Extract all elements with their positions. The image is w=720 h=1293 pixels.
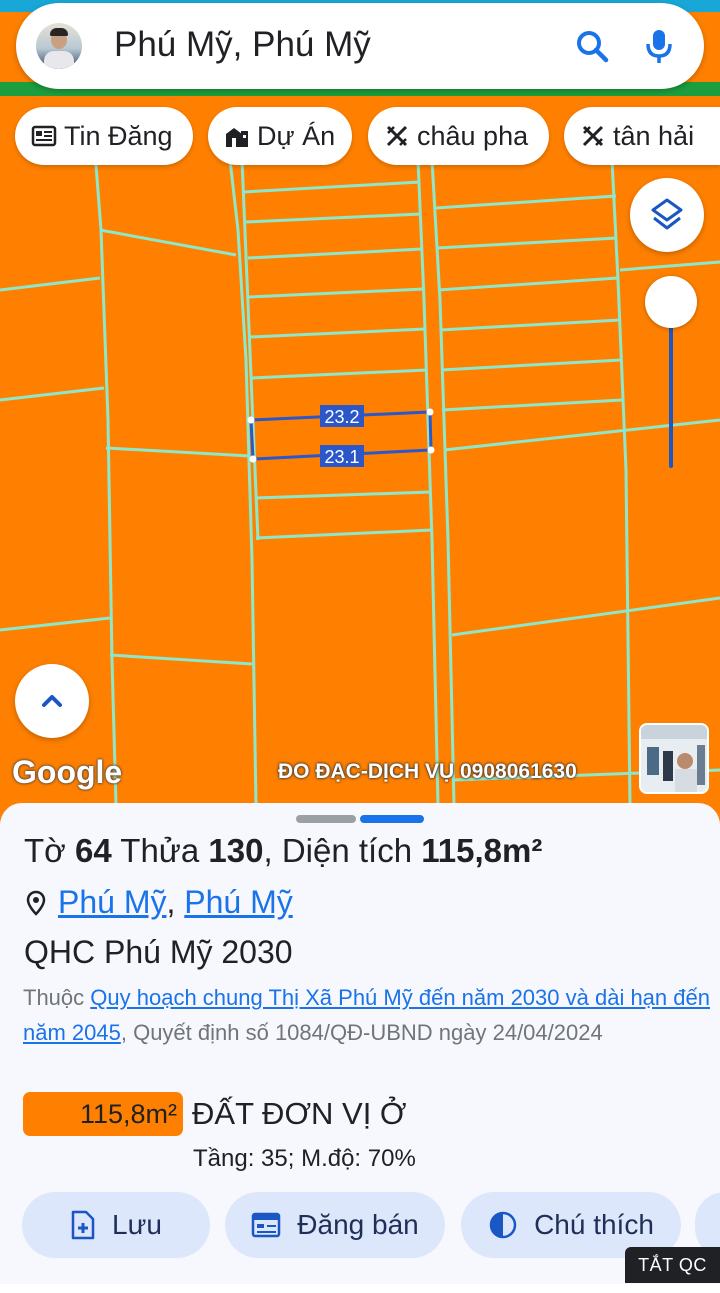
chip-label: tân hải: [613, 120, 695, 151]
sheet-handle[interactable]: [296, 815, 356, 823]
land-density: Tầng: 35; M.độ: 70%: [193, 1145, 416, 1172]
plan-title: QHC Phú Mỹ 2030: [24, 934, 293, 970]
town-link[interactable]: Phú Mỹ: [184, 884, 292, 921]
lot-number: 130: [208, 832, 264, 869]
plan-description: Thuộc Quy hoạch chung Thị Xã Phú Mỹ đến …: [23, 985, 710, 1045]
hide-ads-button[interactable]: TẮT QC: [625, 1247, 720, 1283]
opacity-slider-handle[interactable]: [645, 276, 697, 328]
microphone-icon[interactable]: [639, 26, 679, 66]
post-sale-button[interactable]: Đăng bán: [225, 1192, 445, 1258]
parcel-label-231: 23.1: [324, 447, 359, 467]
save-button[interactable]: Lưu: [22, 1192, 210, 1258]
chip-label: châu pha: [417, 120, 529, 151]
street-view-thumbnail[interactable]: [639, 723, 709, 794]
map-attribution: ĐO ĐẠC-DỊCH VỤ 0908061630: [278, 760, 577, 783]
parcel-area: 115,8m²: [421, 832, 543, 869]
search-icon[interactable]: [572, 26, 612, 66]
chip-label: Tin Đăng: [64, 120, 173, 151]
listing-icon: [252, 1212, 281, 1238]
expand-sheet-button[interactable]: [15, 664, 89, 738]
avatar[interactable]: [36, 23, 82, 69]
layers-icon: [651, 198, 683, 230]
crosshair-icon: [386, 125, 408, 147]
bottom-edge: [0, 1284, 720, 1293]
add-document-icon: [71, 1210, 95, 1240]
search-query[interactable]: Phú Mỹ, Phú Mỹ: [114, 25, 371, 65]
save-label: Lưu: [112, 1209, 162, 1240]
chip-chau-pha[interactable]: châu pha: [368, 107, 549, 165]
land-type: ĐẤT ĐƠN VỊ Ở: [192, 1096, 407, 1131]
search-bar[interactable]: Phú Mỹ, Phú Mỹ: [16, 3, 704, 89]
chip-du-an[interactable]: Dự Án: [208, 107, 352, 165]
parcel-label-232: 23.2: [324, 407, 359, 427]
sheet-number: 64: [74, 832, 112, 869]
location-pin-icon: [26, 890, 46, 916]
parcel-title: Tờ 64 Thửa 130, Diện tích 115,8m²: [24, 832, 543, 869]
post-sale-label: Đăng bán: [297, 1209, 419, 1240]
sheet-handle-active[interactable]: [360, 815, 424, 823]
location-row: Phú Mỹ, Phú Mỹ: [24, 884, 293, 921]
chip-tin-dang[interactable]: Tin Đăng: [15, 107, 193, 165]
google-logo: Google: [12, 754, 123, 790]
newspaper-icon: [31, 125, 57, 147]
building-icon: [226, 128, 248, 147]
legend-label: Chú thích: [534, 1209, 654, 1240]
contrast-icon: [489, 1211, 517, 1239]
chevron-up-icon: [42, 695, 62, 707]
land-area-badge: 115,8m²: [23, 1092, 183, 1136]
layers-button[interactable]: [630, 178, 704, 252]
chip-label: Dự Án: [257, 120, 336, 151]
crosshair-icon: [582, 125, 604, 147]
ward-link[interactable]: Phú Mỹ: [58, 884, 166, 921]
chip-tan-hai[interactable]: tân hải: [564, 107, 720, 165]
